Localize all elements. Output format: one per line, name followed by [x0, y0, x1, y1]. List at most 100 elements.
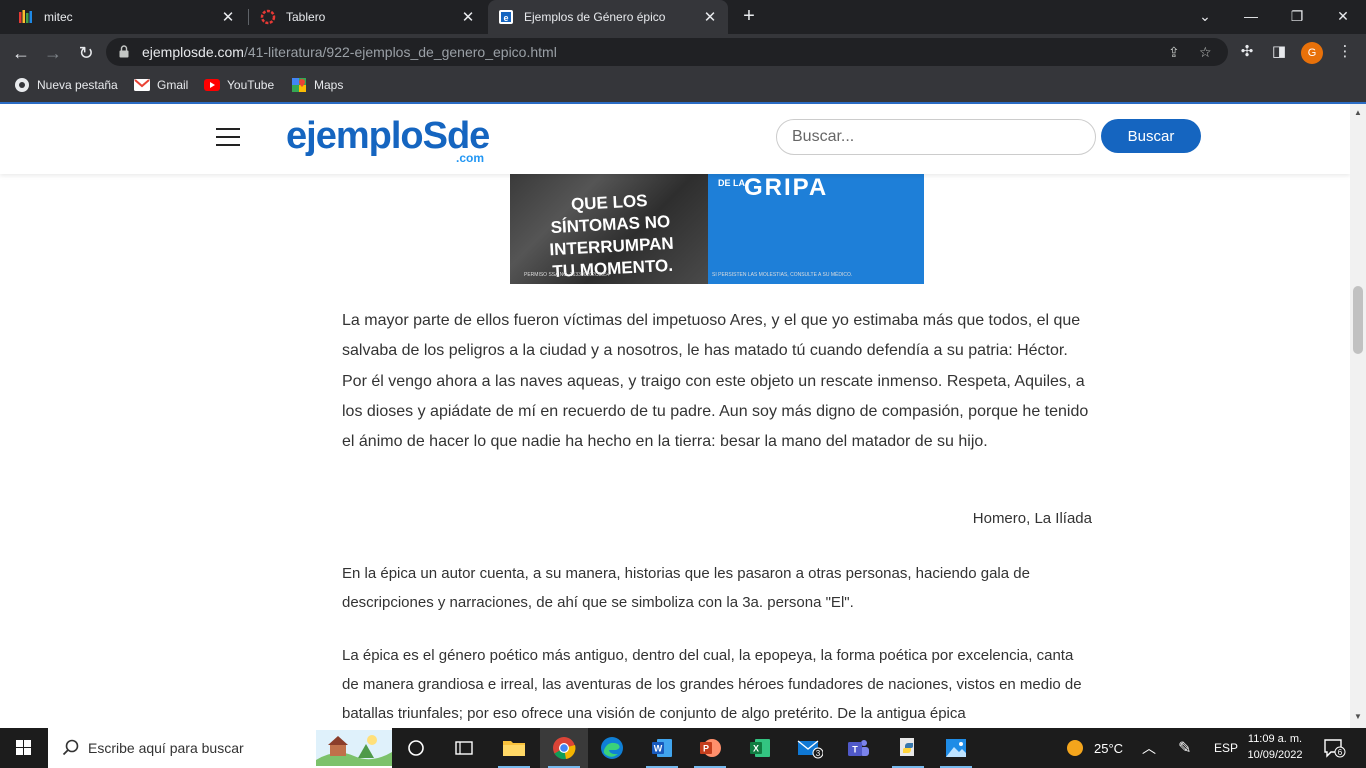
word-taskbar-button[interactable]: W: [638, 728, 686, 768]
windows-logo-icon: [16, 740, 31, 755]
tab-title: Tablero: [286, 10, 326, 24]
bookmark-youtube[interactable]: YouTube: [204, 77, 274, 93]
scrollbar-thumb[interactable]: [1353, 286, 1363, 354]
site-search-input[interactable]: [776, 119, 1096, 155]
ad-blue-panel: DE LA GRIPA SI PERSISTEN LAS MOLESTIAS, …: [708, 174, 924, 284]
tab-strip: mitec ✕ Tablero ✕ e Ejemplos de Género é…: [0, 0, 1366, 34]
start-button[interactable]: [0, 728, 48, 768]
close-window-button[interactable]: ✕: [1320, 0, 1366, 34]
photos-icon: [946, 739, 966, 757]
lock-icon[interactable]: [119, 45, 129, 58]
minimize-button[interactable]: —: [1228, 0, 1274, 34]
url-domain: ejemplosde.com: [142, 44, 244, 60]
bookmark-gmail[interactable]: Gmail: [134, 77, 188, 93]
svg-text:W: W: [654, 744, 663, 754]
taskbar-search-box[interactable]: Escribe aquí para buscar: [48, 728, 392, 768]
notification-center-button[interactable]: 6: [1322, 728, 1346, 768]
mail-taskbar-button[interactable]: 3: [786, 728, 834, 768]
chrome-taskbar-button[interactable]: [540, 728, 588, 768]
folder-icon: [503, 741, 525, 756]
search-icon: [62, 739, 79, 756]
ejemplosde-icon: e: [498, 9, 514, 25]
scroll-down-arrow-icon[interactable]: ▼: [1354, 712, 1362, 721]
ad-gripa-text: GRIPA: [744, 174, 829, 201]
menu-kebab-icon[interactable]: ⋮: [1334, 42, 1356, 60]
bookmark-label: YouTube: [227, 78, 275, 92]
tab-divider: [248, 9, 249, 25]
clock-time: 11:09 a. m.: [1247, 733, 1303, 745]
excel-taskbar-button[interactable]: X: [736, 728, 784, 768]
tab-mitec[interactable]: mitec ✕: [8, 0, 246, 34]
site-logo-com: .com: [456, 151, 485, 165]
show-hidden-icons-chevron-icon[interactable]: ︿: [1142, 728, 1156, 768]
gmail-icon: [134, 77, 150, 93]
weather-temperature: 25°C: [1094, 740, 1124, 756]
bookmark-star-icon[interactable]: ☆: [1199, 44, 1212, 61]
edge-taskbar-button[interactable]: [588, 728, 636, 768]
notifications-icon: 6: [1324, 739, 1346, 758]
powerpoint-taskbar-button[interactable]: P: [686, 728, 734, 768]
tab-tablero[interactable]: Tablero ✕: [250, 0, 486, 34]
bookmark-maps[interactable]: Maps: [291, 77, 343, 93]
excel-icon: X: [750, 739, 770, 757]
page-scrollbar[interactable]: ▲ ▼: [1350, 104, 1366, 728]
new-tab-button[interactable]: +: [738, 5, 760, 27]
ad-fine-print: SI PERSISTEN LAS MOLESTIAS, CONSULTE A S…: [712, 272, 853, 278]
powerpoint-icon: P: [700, 739, 721, 757]
photos-taskbar-button[interactable]: [932, 728, 980, 768]
task-view-button[interactable]: [392, 728, 440, 768]
teams-icon: T: [848, 740, 869, 756]
svg-text:T: T: [852, 745, 858, 755]
mail-icon: 3: [797, 740, 823, 759]
back-button[interactable]: ←: [8, 40, 34, 66]
scroll-up-arrow-icon[interactable]: ▲: [1354, 108, 1362, 117]
system-clock[interactable]: 11:09 a. m. 10/09/2022: [1244, 731, 1306, 763]
close-tab-icon[interactable]: ✕: [702, 8, 718, 26]
site-logo[interactable]: ejemploSde: [286, 116, 490, 156]
tab-ejemplos-genero-epico[interactable]: e Ejemplos de Género épico ✕: [488, 0, 728, 34]
ad-headline: QUE LOS SÍNTOMAS NO INTERRUMPAN TU MOMEN…: [548, 191, 675, 282]
mail-badge-count: 3: [816, 749, 821, 758]
article-paragraph: La épica es el género poético más antigu…: [342, 647, 1082, 722]
url-text[interactable]: ejemplosde.com/41-literatura/922-ejemplo…: [142, 44, 557, 60]
close-tab-icon[interactable]: ✕: [460, 8, 476, 26]
address-bar[interactable]: ejemplosde.com/41-literatura/922-ejemplo…: [106, 38, 1228, 66]
python-taskbar-button[interactable]: [884, 728, 932, 768]
input-language[interactable]: ESP: [1214, 728, 1238, 768]
tablero-icon: [260, 9, 276, 25]
site-search-button[interactable]: Buscar: [1101, 119, 1201, 153]
article-paragraph: En la épica un autor cuenta, a su manera…: [342, 565, 1030, 611]
teams-taskbar-button[interactable]: T: [834, 728, 882, 768]
svg-text:P: P: [703, 744, 709, 754]
share-icon[interactable]: ⇪: [1168, 44, 1180, 61]
bookmark-label: Maps: [314, 78, 344, 92]
pen-ink-icon[interactable]: ✎: [1178, 728, 1191, 768]
mitec-icon: [18, 9, 34, 25]
advertisement-banner[interactable]: QUE LOS SÍNTOMAS NO INTERRUMPAN TU MOMEN…: [510, 174, 924, 284]
side-panel-icon[interactable]: ◨: [1268, 42, 1290, 60]
restore-button[interactable]: ❐: [1274, 0, 1320, 34]
reload-button[interactable]: ↻: [73, 40, 99, 66]
search-highlight-illustration-icon: [316, 730, 392, 766]
sun-weather-icon: [1067, 740, 1083, 756]
weather-widget[interactable]: 25°C: [1064, 728, 1123, 768]
timeline-button[interactable]: [440, 728, 488, 768]
word-icon: W: [652, 739, 672, 757]
tab-search-chevron-icon[interactable]: ⌄: [1182, 0, 1228, 34]
bookmark-nueva-pestana[interactable]: Nueva pestaña: [14, 77, 118, 93]
clock-date: 10/09/2022: [1247, 749, 1303, 761]
cortana-circle-icon: [408, 740, 424, 756]
quote-citation: Homero, La Ilíada: [972, 510, 1092, 527]
forward-button[interactable]: →: [40, 40, 66, 66]
browser-toolbar: ← → ↻ ejemplosde.com/41-literatura/922-e…: [0, 34, 1366, 71]
edge-icon: [601, 737, 623, 759]
hamburger-menu-icon[interactable]: [216, 128, 240, 146]
url-path: /41-literatura/922-ejemplos_de_genero_ep…: [243, 44, 557, 60]
extensions-puzzle-icon[interactable]: ✣: [1236, 42, 1258, 60]
bookmarks-bar: Nueva pestaña Gmail YouTube Maps: [0, 71, 1366, 102]
bookmark-label: Gmail: [157, 78, 189, 92]
profile-avatar[interactable]: G: [1301, 42, 1323, 64]
file-explorer-button[interactable]: [490, 728, 538, 768]
close-tab-icon[interactable]: ✕: [220, 8, 236, 26]
notification-count: 6: [1338, 748, 1343, 757]
